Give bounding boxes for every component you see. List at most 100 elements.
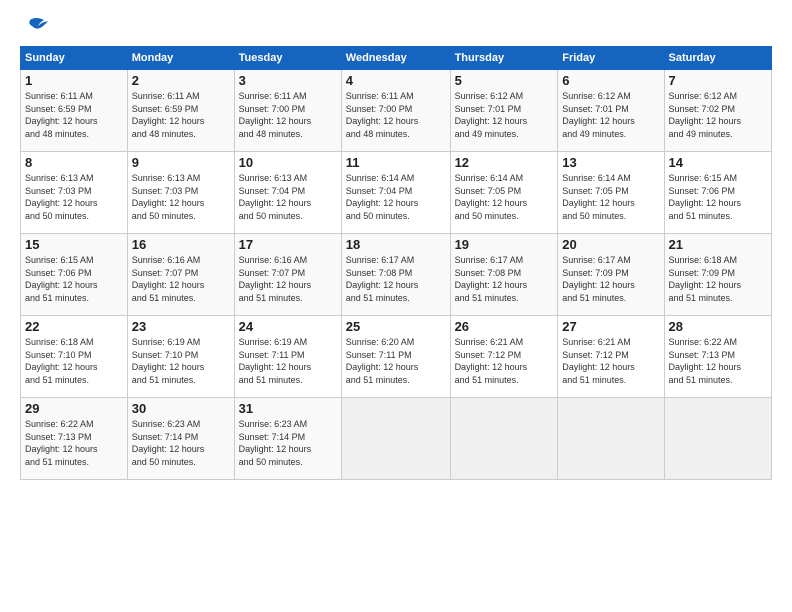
calendar-cell: 4 Sunrise: 6:11 AM Sunset: 7:00 PM Daylig… (341, 70, 450, 152)
day-info: Sunrise: 6:22 AM Sunset: 7:13 PM Dayligh… (669, 336, 767, 386)
calendar-cell: 17 Sunrise: 6:16 AM Sunset: 7:07 PM Dayli… (234, 234, 341, 316)
day-info: Sunrise: 6:17 AM Sunset: 7:09 PM Dayligh… (562, 254, 659, 304)
day-number: 26 (455, 319, 554, 334)
day-number: 31 (239, 401, 337, 416)
calendar-week-3: 15Sunrise: 6:15 AM Sunset: 7:06 PM Dayli… (21, 234, 772, 316)
day-info: Sunrise: 6:12 AM Sunset: 7:01 PM Dayligh… (455, 90, 554, 140)
day-info: Sunrise: 6:23 AM Sunset: 7:14 PM Dayligh… (239, 418, 337, 468)
day-info: Sunrise: 6:21 AM Sunset: 7:12 PM Dayligh… (455, 336, 554, 386)
calendar-cell (450, 398, 558, 480)
day-info: Sunrise: 6:14 AM Sunset: 7:05 PM Dayligh… (562, 172, 659, 222)
day-number: 20 (562, 237, 659, 252)
day-header-tuesday: Tuesday (234, 47, 341, 70)
logo-bird-icon (22, 16, 48, 38)
day-info: Sunrise: 6:12 AM Sunset: 7:02 PM Dayligh… (669, 90, 767, 140)
day-number: 14 (669, 155, 767, 170)
calendar-cell: 22 Sunrise: 6:18 AM Sunset: 7:10 PM Dayli… (21, 316, 128, 398)
day-info: Sunrise: 6:18 AM Sunset: 7:09 PM Dayligh… (669, 254, 767, 304)
day-info: Sunrise: 6:15 AM Sunset: 7:06 PM Dayligh… (669, 172, 767, 222)
day-info: Sunrise: 6:19 AM Sunset: 7:10 PM Dayligh… (132, 336, 230, 386)
day-info: Sunrise: 6:22 AM Sunset: 7:13 PM Dayligh… (25, 418, 123, 468)
day-number: 9 (132, 155, 230, 170)
logo (20, 18, 48, 36)
calendar-week-4: 22 Sunrise: 6:18 AM Sunset: 7:10 PM Dayli… (21, 316, 772, 398)
calendar-cell: 16 Sunrise: 6:16 AM Sunset: 7:07 PM Dayli… (127, 234, 234, 316)
calendar-cell: 12 Sunrise: 6:14 AM Sunset: 7:05 PM Dayli… (450, 152, 558, 234)
day-number: 19 (455, 237, 554, 252)
calendar-cell: 24 Sunrise: 6:19 AM Sunset: 7:11 PM Dayli… (234, 316, 341, 398)
day-header-friday: Friday (558, 47, 664, 70)
header-row: SundayMondayTuesdayWednesdayThursdayFrid… (21, 47, 772, 70)
day-info: Sunrise: 6:14 AM Sunset: 7:05 PM Dayligh… (455, 172, 554, 222)
day-info: Sunrise: 6:17 AM Sunset: 7:08 PM Dayligh… (346, 254, 446, 304)
day-number: 8 (25, 155, 123, 170)
day-number: 2 (132, 73, 230, 88)
day-number: 22 (25, 319, 123, 334)
calendar-cell: 27 Sunrise: 6:21 AM Sunset: 7:12 PM Dayli… (558, 316, 664, 398)
day-info: Sunrise: 6:19 AM Sunset: 7:11 PM Dayligh… (239, 336, 337, 386)
calendar-cell: 10Sunrise: 6:13 AM Sunset: 7:04 PM Dayli… (234, 152, 341, 234)
calendar-cell: 5Sunrise: 6:12 AM Sunset: 7:01 PM Daylig… (450, 70, 558, 152)
day-header-monday: Monday (127, 47, 234, 70)
calendar-week-2: 8 Sunrise: 6:13 AM Sunset: 7:03 PM Daylig… (21, 152, 772, 234)
day-info: Sunrise: 6:12 AM Sunset: 7:01 PM Dayligh… (562, 90, 659, 140)
day-number: 3 (239, 73, 337, 88)
day-info: Sunrise: 6:11 AM Sunset: 6:59 PM Dayligh… (132, 90, 230, 140)
day-number: 6 (562, 73, 659, 88)
day-number: 27 (562, 319, 659, 334)
calendar-cell: 7 Sunrise: 6:12 AM Sunset: 7:02 PM Daylig… (664, 70, 771, 152)
day-number: 13 (562, 155, 659, 170)
calendar-cell: 13 Sunrise: 6:14 AM Sunset: 7:05 PM Dayli… (558, 152, 664, 234)
day-info: Sunrise: 6:21 AM Sunset: 7:12 PM Dayligh… (562, 336, 659, 386)
day-info: Sunrise: 6:13 AM Sunset: 7:03 PM Dayligh… (132, 172, 230, 222)
calendar-cell: 28 Sunrise: 6:22 AM Sunset: 7:13 PM Dayli… (664, 316, 771, 398)
calendar-cell: 26 Sunrise: 6:21 AM Sunset: 7:12 PM Dayli… (450, 316, 558, 398)
calendar-cell: 29 Sunrise: 6:22 AM Sunset: 7:13 PM Dayli… (21, 398, 128, 480)
day-info: Sunrise: 6:23 AM Sunset: 7:14 PM Dayligh… (132, 418, 230, 468)
day-info: Sunrise: 6:18 AM Sunset: 7:10 PM Dayligh… (25, 336, 123, 386)
calendar-cell (341, 398, 450, 480)
day-number: 21 (669, 237, 767, 252)
calendar-cell: 31 Sunrise: 6:23 AM Sunset: 7:14 PM Dayli… (234, 398, 341, 480)
day-number: 28 (669, 319, 767, 334)
calendar-cell: 2 Sunrise: 6:11 AM Sunset: 6:59 PM Daylig… (127, 70, 234, 152)
day-number: 24 (239, 319, 337, 334)
day-number: 16 (132, 237, 230, 252)
calendar-cell: 1Sunrise: 6:11 AM Sunset: 6:59 PM Daylig… (21, 70, 128, 152)
calendar-week-1: 1Sunrise: 6:11 AM Sunset: 6:59 PM Daylig… (21, 70, 772, 152)
calendar-page: SundayMondayTuesdayWednesdayThursdayFrid… (0, 0, 792, 612)
day-number: 25 (346, 319, 446, 334)
day-info: Sunrise: 6:11 AM Sunset: 7:00 PM Dayligh… (346, 90, 446, 140)
day-number: 23 (132, 319, 230, 334)
day-number: 18 (346, 237, 446, 252)
day-number: 4 (346, 73, 446, 88)
calendar-cell: 3 Sunrise: 6:11 AM Sunset: 7:00 PM Daylig… (234, 70, 341, 152)
calendar-cell: 8 Sunrise: 6:13 AM Sunset: 7:03 PM Daylig… (21, 152, 128, 234)
day-info: Sunrise: 6:16 AM Sunset: 7:07 PM Dayligh… (239, 254, 337, 304)
day-info: Sunrise: 6:11 AM Sunset: 7:00 PM Dayligh… (239, 90, 337, 140)
day-info: Sunrise: 6:13 AM Sunset: 7:03 PM Dayligh… (25, 172, 123, 222)
calendar-cell: 23 Sunrise: 6:19 AM Sunset: 7:10 PM Dayli… (127, 316, 234, 398)
day-number: 17 (239, 237, 337, 252)
day-info: Sunrise: 6:13 AM Sunset: 7:04 PM Dayligh… (239, 172, 337, 222)
calendar-cell: 25 Sunrise: 6:20 AM Sunset: 7:11 PM Dayli… (341, 316, 450, 398)
calendar-cell: 30Sunrise: 6:23 AM Sunset: 7:14 PM Dayli… (127, 398, 234, 480)
day-header-saturday: Saturday (664, 47, 771, 70)
day-number: 29 (25, 401, 123, 416)
calendar-cell: 20 Sunrise: 6:17 AM Sunset: 7:09 PM Dayli… (558, 234, 664, 316)
day-header-wednesday: Wednesday (341, 47, 450, 70)
day-number: 7 (669, 73, 767, 88)
day-info: Sunrise: 6:20 AM Sunset: 7:11 PM Dayligh… (346, 336, 446, 386)
calendar-cell: 19 Sunrise: 6:17 AM Sunset: 7:08 PM Dayli… (450, 234, 558, 316)
day-info: Sunrise: 6:17 AM Sunset: 7:08 PM Dayligh… (455, 254, 554, 304)
day-number: 11 (346, 155, 446, 170)
calendar-cell (664, 398, 771, 480)
day-info: Sunrise: 6:16 AM Sunset: 7:07 PM Dayligh… (132, 254, 230, 304)
day-header-sunday: Sunday (21, 47, 128, 70)
calendar-cell (558, 398, 664, 480)
calendar-cell: 15Sunrise: 6:15 AM Sunset: 7:06 PM Dayli… (21, 234, 128, 316)
day-info: Sunrise: 6:15 AM Sunset: 7:06 PM Dayligh… (25, 254, 123, 304)
calendar-cell: 14 Sunrise: 6:15 AM Sunset: 7:06 PM Dayli… (664, 152, 771, 234)
calendar-body: 1Sunrise: 6:11 AM Sunset: 6:59 PM Daylig… (21, 70, 772, 480)
day-number: 12 (455, 155, 554, 170)
